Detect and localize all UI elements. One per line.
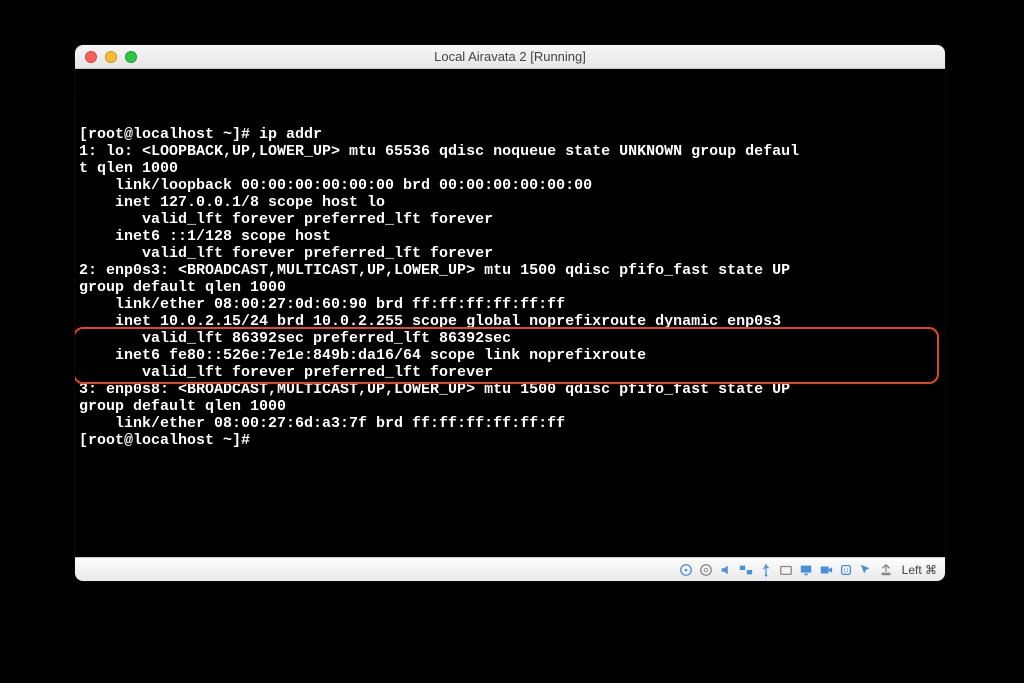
vm-window: Local Airavata 2 [Running] [root@localho… <box>75 45 945 581</box>
window-controls <box>75 51 137 63</box>
window-title: Local Airavata 2 [Running] <box>75 49 945 64</box>
host-key-label: Left ⌘ <box>902 563 937 577</box>
usb-icon[interactable] <box>758 562 774 578</box>
terminal-text: [root@localhost ~]# ip addr 1: lo: <LOOP… <box>79 126 941 449</box>
close-button[interactable] <box>85 51 97 63</box>
network-icon[interactable] <box>738 562 754 578</box>
recording-icon[interactable] <box>818 562 834 578</box>
audio-icon[interactable] <box>718 562 734 578</box>
shared-folders-icon[interactable] <box>778 562 794 578</box>
hard-disk-icon[interactable] <box>698 562 714 578</box>
display-icon[interactable] <box>798 562 814 578</box>
optical-drive-icon[interactable] <box>678 562 694 578</box>
titlebar[interactable]: Local Airavata 2 [Running] <box>75 45 945 69</box>
terminal-output[interactable]: [root@localhost ~]# ip addr 1: lo: <LOOP… <box>75 69 945 557</box>
mouse-integration-icon[interactable] <box>858 562 874 578</box>
vm-statusbar: U Left ⌘ <box>75 557 945 581</box>
minimize-button[interactable] <box>105 51 117 63</box>
svg-text:U: U <box>843 567 847 574</box>
keyboard-capture-icon[interactable] <box>878 562 894 578</box>
cpu-icon[interactable]: U <box>838 562 854 578</box>
zoom-button[interactable] <box>125 51 137 63</box>
